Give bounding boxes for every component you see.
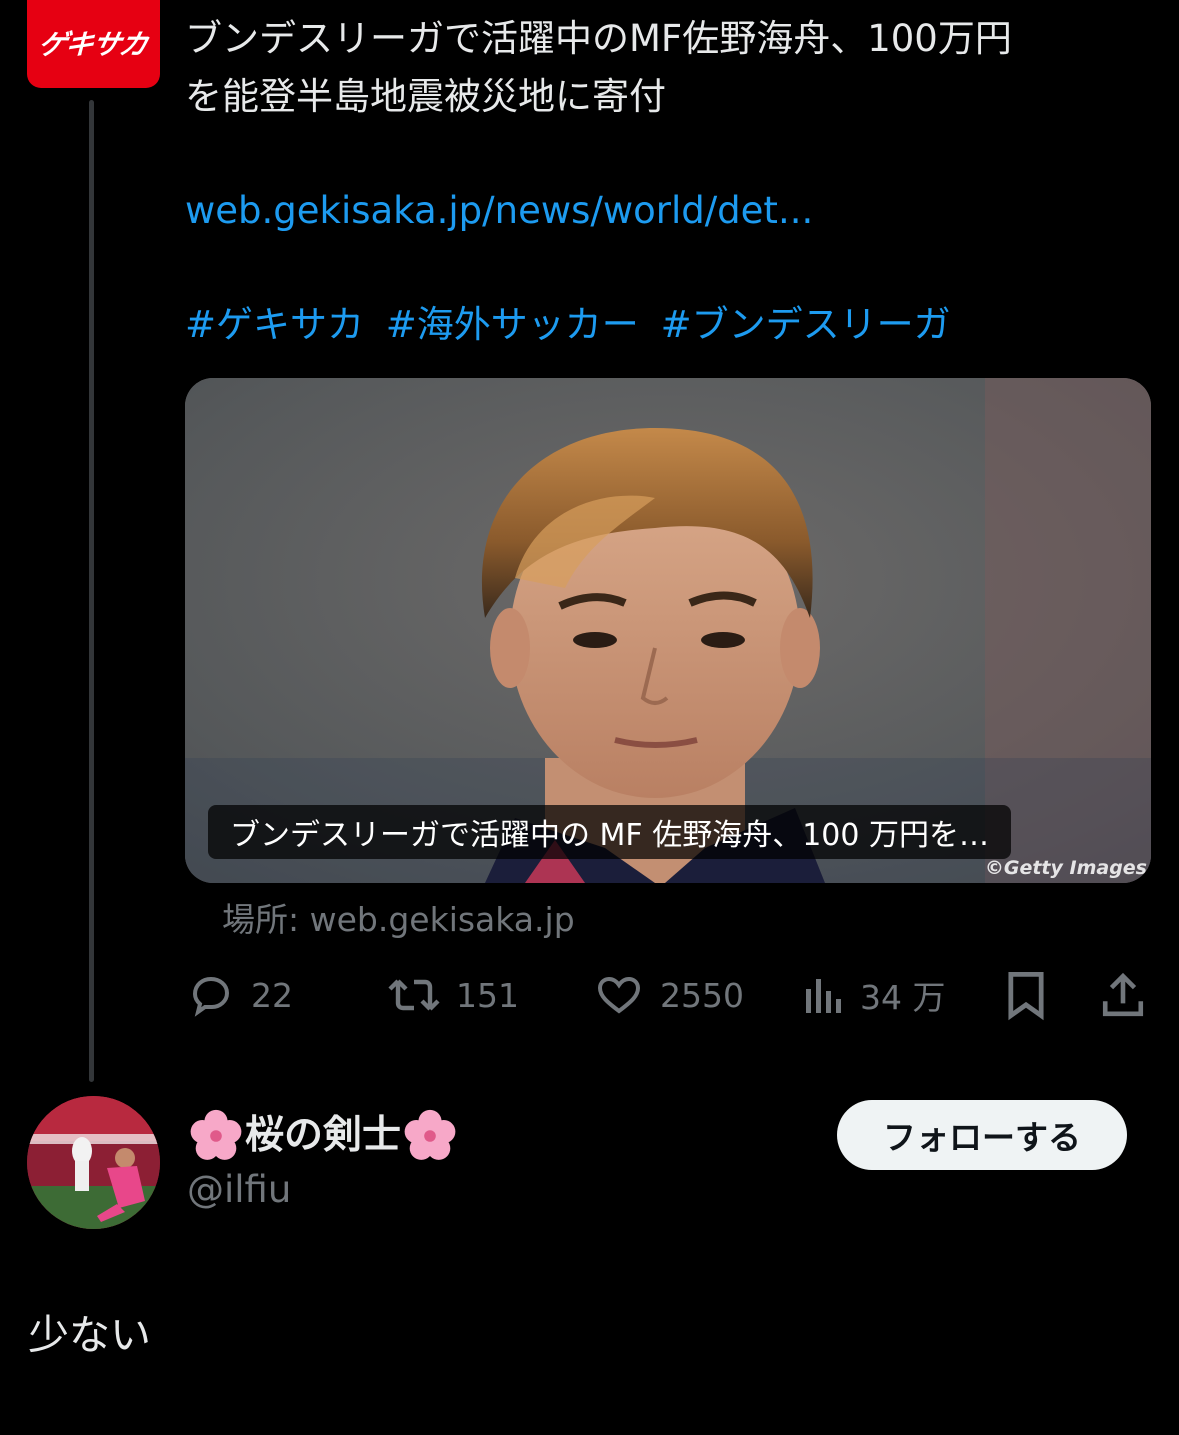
views-button[interactable]: 34 万: [800, 960, 945, 1030]
cherry-blossom-icon: [404, 1109, 456, 1160]
gekisaka-avatar[interactable]: ゲキサカ: [27, 0, 160, 88]
gekisaka-logo-text: ゲキサカ: [35, 28, 151, 61]
reply-display-name[interactable]: 桜の剣士: [187, 1106, 459, 1166]
share-button[interactable]: [1100, 960, 1146, 1030]
reply-handle[interactable]: @ilfiu: [187, 1162, 291, 1218]
like-icon: [597, 976, 641, 1014]
bookmark-icon: [1008, 972, 1044, 1021]
views-icon: [806, 979, 841, 1013]
like-count: 2550: [660, 975, 744, 1015]
like-button[interactable]: 2550: [594, 960, 744, 1030]
reply-display-name-text: 桜の剣士: [245, 1113, 402, 1158]
reply-avatar[interactable]: [27, 1096, 160, 1229]
tweet-text-line-2: を能登半島地震被災地に寄付: [185, 75, 666, 118]
thread-line: [89, 100, 94, 1082]
retweet-icon: [388, 979, 440, 1011]
tweet-text-line-1: ブンデスリーガで活躍中のMF佐野海舟、100万円: [185, 17, 1012, 60]
hashtag-gekisaka[interactable]: #ゲキサカ: [185, 303, 364, 346]
reply-avatar-photo: [27, 1096, 160, 1229]
hashtag-bundesliga[interactable]: #ブンデスリーガ: [661, 303, 951, 346]
retweet-button[interactable]: 151: [388, 960, 519, 1030]
cherry-blossom-icon: [190, 1109, 242, 1160]
share-icon: [1102, 972, 1144, 1017]
reply-count: 22: [251, 975, 293, 1015]
follow-button[interactable]: フォローする: [837, 1100, 1127, 1170]
action-bar: 22 151 2550 34 万: [0, 960, 1179, 1030]
views-count: 34 万: [860, 978, 946, 1017]
tweet-text: ブンデスリーガで活躍中のMF佐野海舟、100万円 を能登半島地震被災地に寄付: [185, 10, 1145, 126]
tweet-link[interactable]: web.gekisaka.jp/news/world/det...: [185, 182, 813, 240]
reply-icon: [192, 976, 230, 1017]
card-source[interactable]: 場所: web.gekisaka.jp: [222, 897, 575, 943]
card-title: ブンデスリーガで活躍中の MF 佐野海舟、100 万円を…: [208, 805, 1012, 859]
page: ゲキサカ ブンデスリーガで活躍中のMF佐野海舟、100万円 を能登半島地震被災地…: [0, 0, 1179, 1435]
hashtag-overseas-soccer[interactable]: #海外サッカー: [386, 303, 639, 346]
link-card[interactable]: ブンデスリーガで活躍中の MF 佐野海舟、100 万円を… ©Getty Ima…: [185, 378, 1151, 883]
photo-credit: ©Getty Images: [984, 857, 1147, 879]
hashtag-list: #ゲキサカ #海外サッカー #ブンデスリーガ: [185, 296, 961, 354]
retweet-count: 151: [456, 975, 519, 1015]
reply-text: 少ない: [28, 1311, 151, 1359]
bookmark-button[interactable]: [1004, 960, 1048, 1030]
reply-button[interactable]: 22: [187, 960, 293, 1030]
